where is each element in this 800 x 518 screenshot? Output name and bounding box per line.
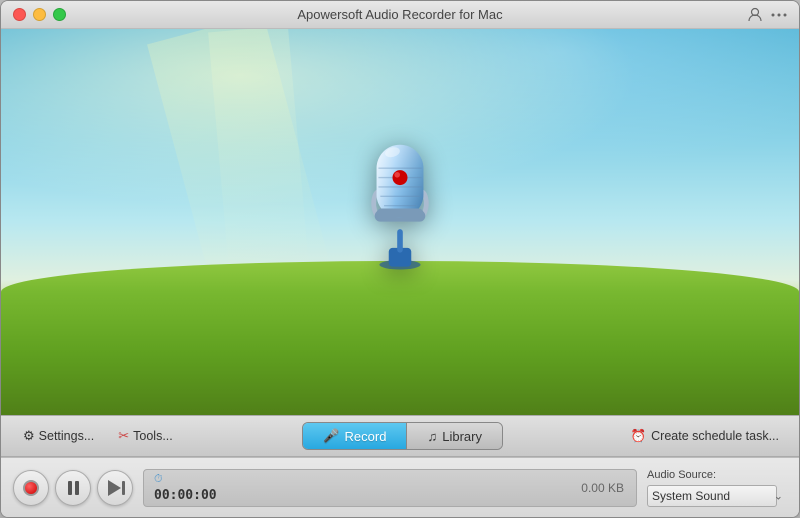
tab-record[interactable]: 🎤 Record xyxy=(303,423,406,449)
app-window: Apowersoft Audio Recorder for Mac xyxy=(0,0,800,518)
more-icon[interactable] xyxy=(771,7,787,23)
window-title: Apowersoft Audio Recorder for Mac xyxy=(297,7,502,22)
settings-button[interactable]: ⚙ Settings... xyxy=(13,424,104,448)
tools-label: Tools... xyxy=(133,429,173,443)
minimize-button[interactable] xyxy=(33,8,46,21)
schedule-label: Create schedule task... xyxy=(651,429,779,443)
pause-button[interactable] xyxy=(55,470,91,506)
record-dot xyxy=(23,480,39,496)
pause-bar-left xyxy=(68,481,72,495)
audio-source-select[interactable]: System Sound Microphone Stereo Mix xyxy=(647,485,777,507)
tab-library[interactable]: ♫ Library xyxy=(406,423,502,449)
user-icon[interactable] xyxy=(747,7,763,23)
progress-area: ⏱ 00:00:00 0.00 KB xyxy=(143,469,637,507)
scene-area xyxy=(1,29,799,415)
audio-source-label: Audio Source: xyxy=(647,469,787,481)
schedule-button[interactable]: ⏰ Create schedule task... xyxy=(623,425,787,448)
tab-group: 🎤 Record ♫ Library xyxy=(302,422,503,450)
toolbar-left: ⚙ Settings... ✂ Tools... xyxy=(13,424,183,448)
pause-icon xyxy=(68,481,79,495)
library-tab-icon: ♫ xyxy=(427,429,437,444)
timer-text: 00:00:00 xyxy=(154,488,217,503)
toolbar-center: 🎤 Record ♫ Library xyxy=(183,422,623,450)
settings-icon: ⚙ xyxy=(23,428,35,444)
record-button[interactable] xyxy=(13,470,49,506)
audio-source-select-wrapper[interactable]: System Sound Microphone Stereo Mix xyxy=(647,485,787,507)
traffic-lights xyxy=(13,8,66,21)
record-tab-label: Record xyxy=(345,429,387,444)
play-triangle xyxy=(108,480,121,496)
toolbar-right: ⏰ Create schedule task... xyxy=(623,425,787,448)
titlebar-right-icons xyxy=(747,7,787,23)
playback-controls xyxy=(13,470,133,506)
timer-icon: ⏱ xyxy=(154,473,217,486)
titlebar: Apowersoft Audio Recorder for Mac xyxy=(1,1,799,29)
play-skip-icon xyxy=(106,480,125,496)
timer-display: ⏱ 00:00:00 xyxy=(154,473,217,503)
mic-tab-icon: 🎤 xyxy=(323,428,339,444)
skip-bar xyxy=(122,481,125,495)
microphone-icon xyxy=(345,126,455,276)
toolbar: ⚙ Settings... ✂ Tools... 🎤 Record ♫ Libr… xyxy=(1,415,799,457)
library-tab-label: Library xyxy=(442,429,482,444)
audio-source-section: Audio Source: System Sound Microphone St… xyxy=(647,469,787,507)
tools-icon: ✂ xyxy=(118,428,129,444)
play-skip-button[interactable] xyxy=(97,470,133,506)
controls-bar: ⏱ 00:00:00 0.00 KB Audio Source: System … xyxy=(1,457,799,517)
settings-label: Settings... xyxy=(39,429,95,443)
close-button[interactable] xyxy=(13,8,26,21)
schedule-icon: ⏰ xyxy=(631,429,647,444)
maximize-button[interactable] xyxy=(53,8,66,21)
file-size: 0.00 KB xyxy=(581,481,624,495)
tools-button[interactable]: ✂ Tools... xyxy=(108,424,183,448)
microphone-graphic xyxy=(340,126,460,286)
pause-bar-right xyxy=(75,481,79,495)
